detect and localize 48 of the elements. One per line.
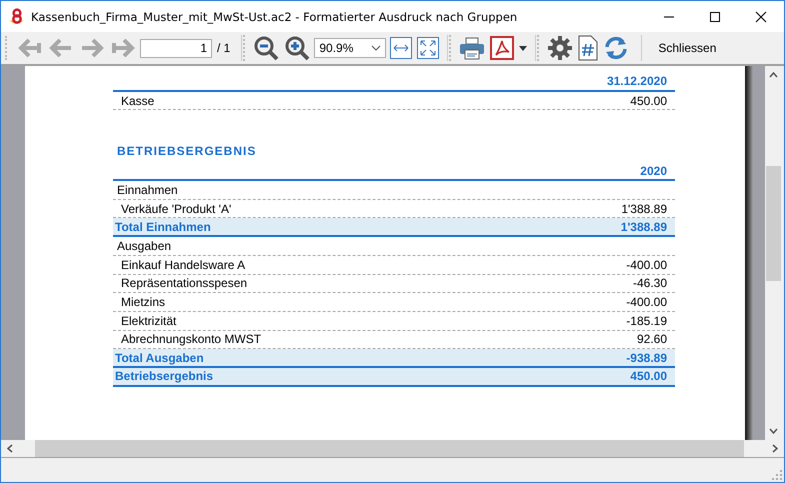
account-label: Verkäufe 'Produkt 'A' <box>121 202 232 216</box>
column-header: 2020 <box>640 164 667 178</box>
account-label: Elektrizität <box>121 314 176 328</box>
printer-icon[interactable] <box>459 36 486 60</box>
group-label: Ausgaben <box>117 238 172 253</box>
amount: -46.30 <box>632 276 667 290</box>
total-label: Total Ausgaben <box>115 350 204 365</box>
amount: 1'388.89 <box>621 202 667 216</box>
total-amount: 450.00 <box>630 369 667 384</box>
total-label: Betriebsergebnis <box>115 369 214 384</box>
amount: -400.00 <box>626 295 667 310</box>
app-logo-icon <box>8 8 26 26</box>
column-header: 31.12.2020 <box>606 74 667 88</box>
zoom-in-icon[interactable] <box>284 35 310 61</box>
account-label: Repräsentationsspesen <box>121 276 248 290</box>
scroll-right-icon[interactable] <box>772 444 778 453</box>
close-button[interactable]: Schliessen <box>654 39 720 57</box>
account-label: Mietzins <box>121 295 166 310</box>
resize-grip-icon[interactable] <box>772 470 782 480</box>
group-label: Einnahmen <box>117 182 178 197</box>
account-label: Kasse <box>121 94 154 108</box>
zoom-dropdown[interactable]: 90.9% <box>314 38 386 58</box>
settings-icon[interactable] <box>547 35 574 61</box>
amount: -400.00 <box>626 258 667 272</box>
total-amount: -938.89 <box>626 350 667 365</box>
numbered-document-icon[interactable] <box>578 35 598 61</box>
page-total: / 1 <box>217 41 230 55</box>
scroll-left-icon[interactable] <box>7 444 13 453</box>
scroll-up-icon[interactable] <box>769 72 778 78</box>
caret-icon[interactable] <box>371 45 382 51</box>
caret-icon[interactable] <box>519 46 528 50</box>
account-label: Einkauf Handelsware A <box>121 258 246 272</box>
amount: -185.19 <box>626 314 667 328</box>
amount: 450.00 <box>630 94 667 108</box>
scroll-down-icon[interactable] <box>769 428 778 434</box>
refresh-icon[interactable] <box>603 35 630 61</box>
account-label: Abrechnungskonto MWST <box>121 332 262 346</box>
window-title: Kassenbuch_Firma_Muster_mit_MwSt-Ust.ac2 - Formatierter Ausdruck nach Gruppen <box>31 10 518 24</box>
section-title: BETRIEBSERGEBNIS <box>117 144 256 158</box>
total-amount: 1'388.89 <box>620 220 667 234</box>
total-label: Total Einnahmen <box>115 220 211 234</box>
scroll-thumb[interactable] <box>766 166 781 281</box>
zoom-out-icon[interactable] <box>253 35 280 61</box>
fit-page-icon[interactable] <box>417 37 440 59</box>
fit-width-icon[interactable] <box>390 37 412 59</box>
page-field[interactable]: 1 <box>140 38 212 58</box>
amount: 92.60 <box>636 332 667 346</box>
pdf-icon[interactable] <box>490 36 514 60</box>
